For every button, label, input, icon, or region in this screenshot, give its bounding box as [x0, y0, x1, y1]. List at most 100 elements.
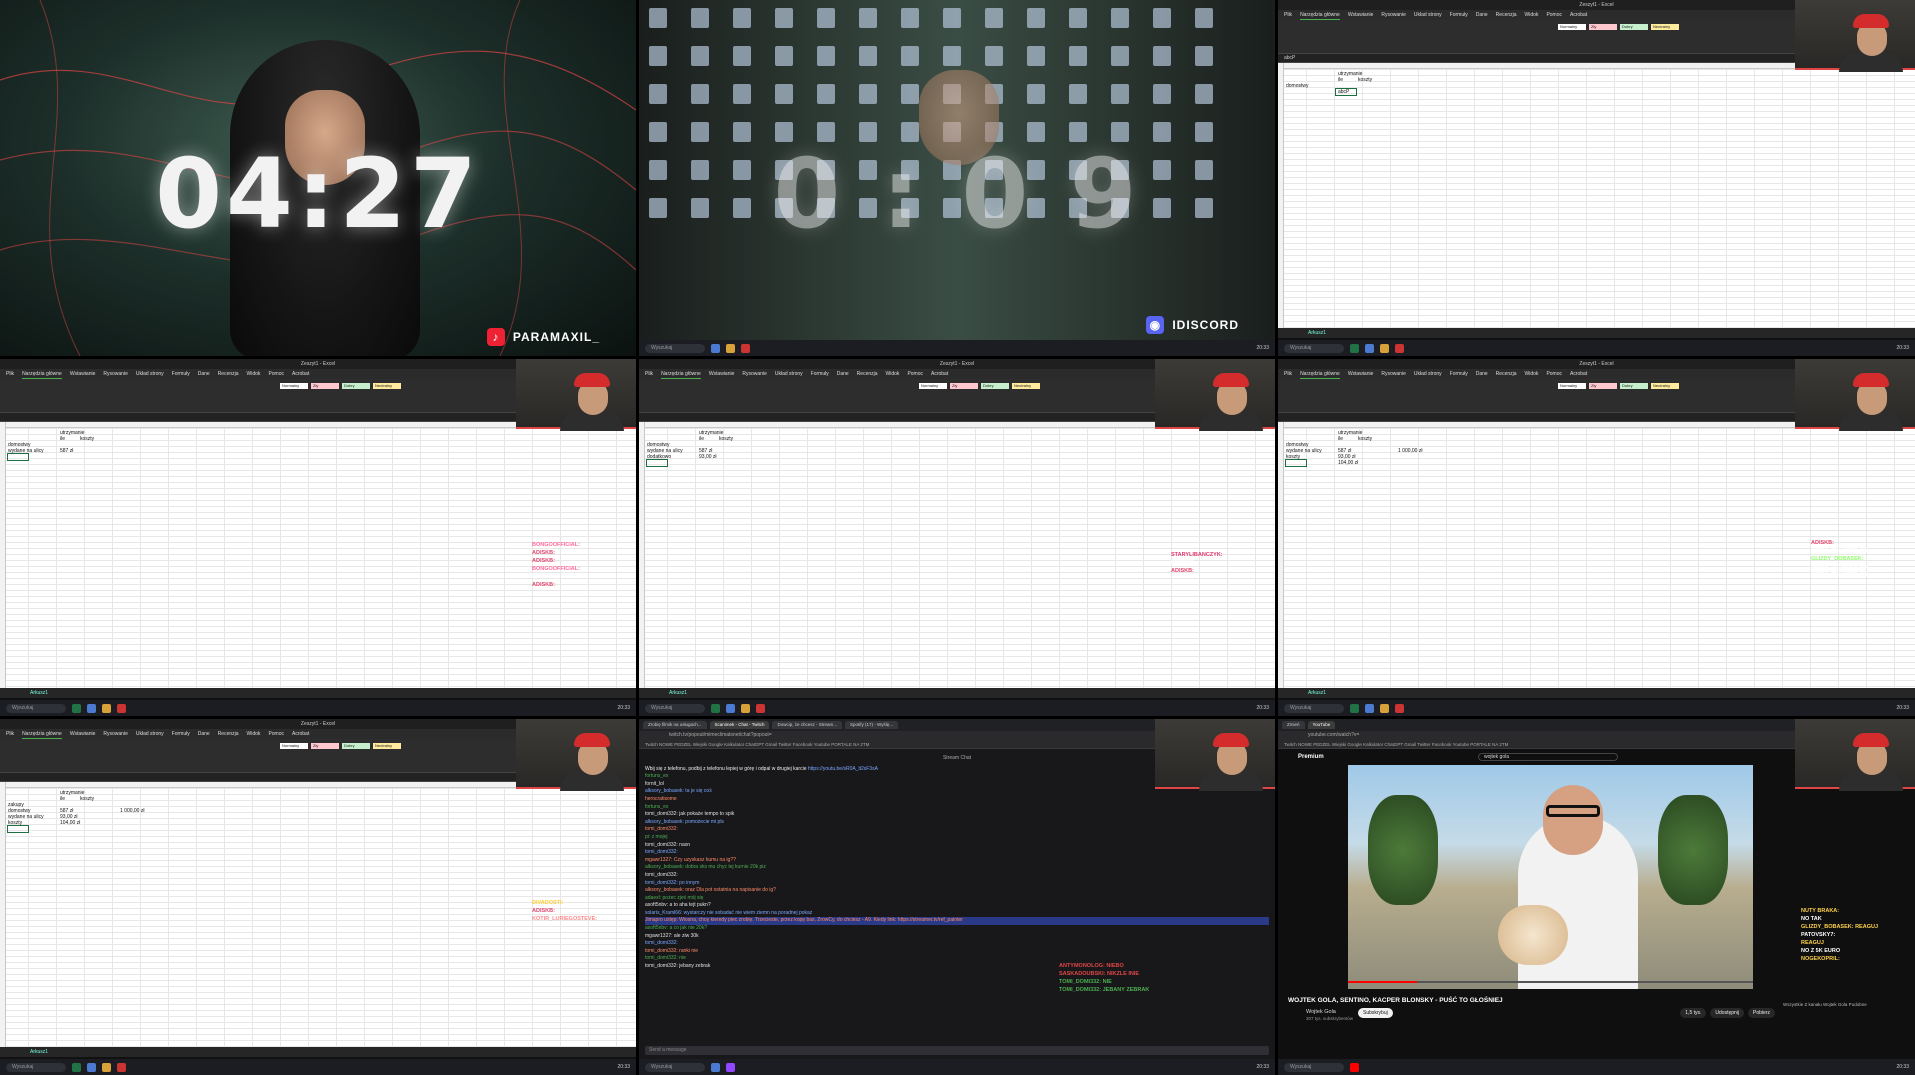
app-icon[interactable] — [1350, 343, 1359, 353]
ribbon-tab[interactable]: Recenzja — [857, 369, 878, 379]
ribbon-tab[interactable]: Układ strony — [1414, 369, 1442, 379]
app-icon[interactable] — [1365, 343, 1374, 353]
ribbon-tab[interactable]: Wstawianie — [709, 369, 735, 379]
cell-style-3[interactable]: Neutralny — [1012, 383, 1040, 389]
desktop-shortcut-icon[interactable] — [733, 46, 751, 66]
desktop-shortcut-icon[interactable] — [775, 84, 793, 104]
ribbon-tab[interactable]: Rysowanie — [103, 729, 127, 739]
cell-style-0[interactable]: Normalny — [919, 383, 947, 389]
desktop-shortcut-icon[interactable] — [1027, 8, 1045, 28]
cell-style-2[interactable]: Dobry — [342, 743, 370, 749]
app-icon[interactable] — [1350, 1062, 1359, 1072]
app-icon[interactable] — [102, 1062, 111, 1072]
ribbon-tab[interactable]: Układ strony — [136, 369, 164, 379]
desktop-shortcut-icon[interactable] — [1069, 84, 1087, 104]
desktop-shortcut-icon[interactable] — [733, 84, 751, 104]
video-action-button[interactable]: Udostępnij — [1710, 1008, 1745, 1018]
ribbon-tab[interactable]: Plik — [645, 369, 653, 379]
video-action-button[interactable]: Pobierz — [1748, 1008, 1775, 1018]
header-cell[interactable]: ile — [1338, 436, 1343, 442]
ribbon-tab[interactable]: Narzędzia główne — [22, 729, 62, 739]
cell-style-0[interactable]: Normalny — [1558, 383, 1586, 389]
cell-style-1[interactable]: Zły — [950, 383, 978, 389]
header-cell[interactable]: ile — [60, 436, 65, 442]
header-cell[interactable]: ile — [1338, 77, 1343, 83]
cell-style-3[interactable]: Neutralny — [1651, 24, 1679, 30]
desktop-shortcut-icon[interactable] — [817, 8, 835, 28]
app-icon[interactable] — [1395, 343, 1404, 353]
desktop-shortcut-icon[interactable] — [1027, 46, 1045, 66]
ribbon-tab[interactable]: Rysowanie — [1381, 10, 1405, 20]
cell-style-3[interactable]: Neutralny — [373, 743, 401, 749]
browser-tab[interactable]: Zmień — [1282, 721, 1305, 729]
header-cell[interactable]: koszty — [80, 436, 94, 442]
subscribe-button[interactable]: Subskrybuj — [1358, 1008, 1393, 1018]
sheet-tab[interactable]: Arkusz1 — [1278, 688, 1915, 698]
cell-style-2[interactable]: Dobry — [1620, 24, 1648, 30]
selected-cell[interactable]: abcP — [1335, 88, 1357, 96]
header-cell[interactable]: koszty — [80, 796, 94, 802]
selected-cell[interactable] — [646, 459, 668, 467]
ribbon-tab[interactable]: Dane — [198, 369, 210, 379]
cell-style-0[interactable]: Normalny — [280, 383, 308, 389]
ribbon-tab[interactable]: Plik — [1284, 369, 1292, 379]
header-cell[interactable]: ile — [699, 436, 704, 442]
selected-cell[interactable] — [7, 453, 29, 461]
ribbon-tab[interactable]: Pomoc — [268, 369, 284, 379]
desktop-shortcut-icon[interactable] — [943, 8, 961, 28]
ribbon-tab[interactable]: Narzędzia główne — [1300, 369, 1340, 379]
browser-tab[interactable]: Dowcip, że chcesz - Stream... — [772, 721, 842, 729]
ribbon-tab[interactable]: Pomoc — [268, 729, 284, 739]
app-icon[interactable] — [1395, 703, 1404, 713]
ribbon-tab[interactable]: Dane — [198, 729, 210, 739]
ribbon-tab[interactable]: Widok — [1525, 10, 1539, 20]
cell-style-1[interactable]: Zły — [311, 383, 339, 389]
desktop-shortcut-icon[interactable] — [1153, 84, 1171, 104]
cell-style-2[interactable]: Dobry — [342, 383, 370, 389]
ribbon-tab[interactable]: Narzędzia główne — [22, 369, 62, 379]
browser-tab[interactable]: Spotify (17) - Wyślę... — [845, 721, 898, 729]
ribbon-tab[interactable]: Acrobat — [1570, 10, 1587, 20]
ribbon-tab[interactable]: Acrobat — [292, 369, 309, 379]
sheet-tab[interactable]: Arkusz1 — [0, 688, 636, 698]
desktop-shortcut-icon[interactable] — [733, 8, 751, 28]
desktop-shortcut-icon[interactable] — [1111, 8, 1129, 28]
ribbon-tab[interactable]: Formuły — [1450, 10, 1468, 20]
cell-style-3[interactable]: Neutralny — [1651, 383, 1679, 389]
ribbon-tab[interactable]: Dane — [837, 369, 849, 379]
ribbon-tab[interactable]: Plik — [1284, 10, 1292, 20]
ribbon-tab[interactable]: Układ strony — [775, 369, 803, 379]
app-icon[interactable] — [711, 343, 720, 353]
header-cell[interactable]: koszty — [1358, 77, 1372, 83]
taskbar-search[interactable]: Wyszukaj — [6, 703, 66, 713]
ribbon-tab[interactable]: Pomoc — [1546, 369, 1562, 379]
ribbon-tab[interactable]: Pomoc — [907, 369, 923, 379]
desktop-shortcut-icon[interactable] — [775, 8, 793, 28]
desktop-shortcut-icon[interactable] — [859, 46, 877, 66]
desktop-shortcut-icon[interactable] — [1069, 8, 1087, 28]
video-action-button[interactable]: 1,5 tys. — [1680, 1008, 1707, 1018]
ribbon-tab[interactable]: Narzędzia główne — [661, 369, 701, 379]
chat-input[interactable]: Send a message — [645, 1046, 1269, 1055]
ribbon-tab[interactable]: Formuły — [172, 729, 190, 739]
app-icon[interactable] — [102, 703, 111, 713]
desktop-shortcut-icon[interactable] — [1027, 84, 1045, 104]
cell-style-1[interactable]: Zły — [1589, 24, 1617, 30]
pinned-link[interactable]: https://youtu.be/sR0A_lt2sF3sA — [808, 766, 878, 772]
value-cell[interactable]: 587 zł — [60, 448, 73, 454]
app-icon[interactable] — [1380, 343, 1389, 353]
app-icon[interactable] — [87, 703, 96, 713]
desktop-shortcut-icon[interactable] — [817, 46, 835, 66]
ribbon-tab[interactable]: Rysowanie — [742, 369, 766, 379]
app-icon[interactable] — [711, 1062, 720, 1072]
youtube-search-input[interactable]: wojtek gola — [1478, 753, 1618, 761]
cell-style-3[interactable]: Neutralny — [373, 383, 401, 389]
app-icon[interactable] — [1350, 703, 1359, 713]
channel-name[interactable]: Wojtek Gola — [1306, 1009, 1336, 1015]
app-icon[interactable] — [711, 703, 720, 713]
ribbon-tab[interactable]: Widok — [886, 369, 900, 379]
value-cell[interactable]: 104,00 zł — [60, 820, 80, 826]
app-icon[interactable] — [741, 703, 750, 713]
header-cell[interactable]: ile — [60, 796, 65, 802]
recommendation-filters[interactable]: Wszystkie Z kanału Wojtek Gola Podobne — [1783, 1002, 1909, 1007]
